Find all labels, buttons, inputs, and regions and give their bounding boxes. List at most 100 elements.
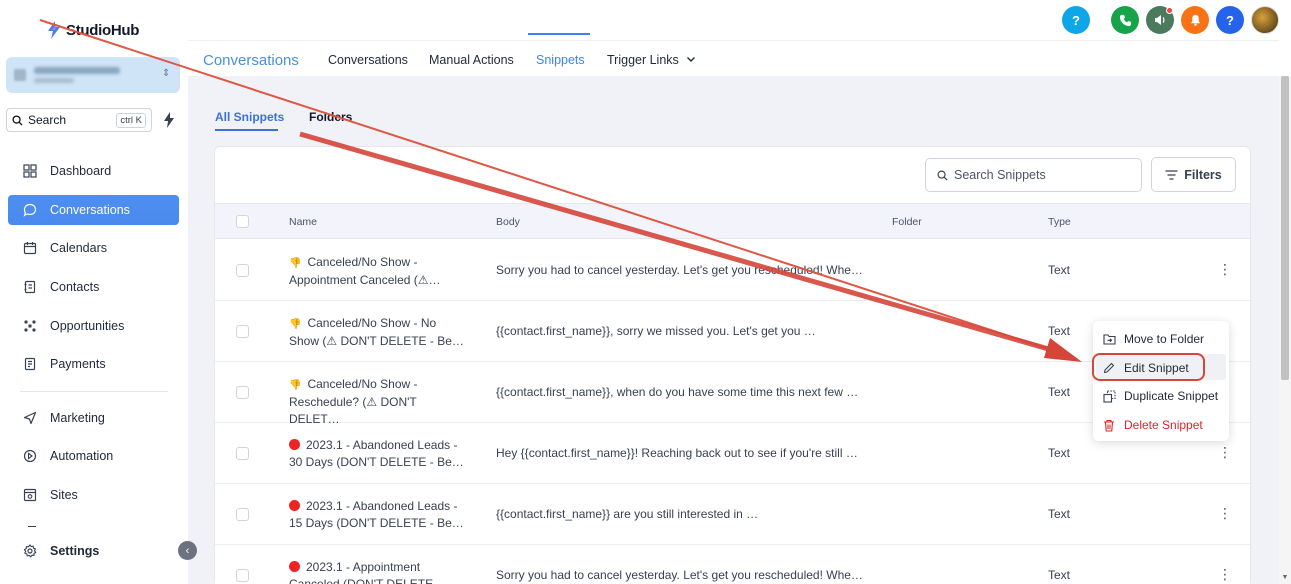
quick-actions-button[interactable] [158,108,180,132]
sidebar-search[interactable]: Search ctrl K [6,108,152,132]
tab-snippets[interactable]: Snippets [536,53,585,67]
column-header-folder[interactable]: Folder [892,216,922,228]
snippet-name: 2023.1 - Appointment Canceled (DON'T DEL… [289,560,441,584]
thumbs-down-icon: 👎 [289,319,302,330]
tab-trigger-links[interactable]: Trigger Links [607,53,696,67]
sidebar: StudioHub ⇕ Search ctrl K Dashboard Conv… [0,0,188,584]
snippet-body: Sorry you had to cancel yesterday. Let's… [496,263,863,277]
sub-navigation: Conversations Conversations Manual Actio… [188,40,1279,76]
sidebar-divider [20,391,168,392]
column-header-body[interactable]: Body [496,216,520,228]
sidebar-item-sites[interactable]: Sites [8,480,179,510]
snippet-type: Text [1048,385,1071,399]
calendar-icon [22,240,38,256]
sidebar-item-label: Opportunities [50,319,125,333]
menu-item-delete-snippet[interactable]: Delete Snippet [1102,418,1203,432]
row-menu-button[interactable]: ⋮ [1218,262,1232,276]
page-scrollbar[interactable]: ▼ [1279,76,1291,584]
phone-button[interactable] [1111,6,1139,34]
snippet-body: Sorry you had to cancel yesterday. Let's… [496,568,863,582]
announcements-button[interactable] [1146,6,1174,34]
account-info [34,67,120,83]
annotation-highlight-ring [1092,353,1205,381]
menu-item-move-to-folder[interactable]: Move to Folder [1102,332,1204,346]
sidebar-item-calendars[interactable]: Calendars [8,233,179,263]
sidebar-item-label: Settings [50,544,100,558]
tab-folders[interactable]: Folders [309,110,352,124]
sidebar-item-label: Contacts [50,280,100,294]
sidebar-item-settings[interactable]: Settings [8,536,179,566]
question-icon: ? [1072,12,1080,28]
menu-item-label: Move to Folder [1124,332,1205,346]
row-menu-button[interactable]: ⋮ [1218,506,1232,520]
sidebar-item-dashboard[interactable]: Dashboard [8,156,179,186]
table-row[interactable]: 2023.1 - Appointment Canceled (DON'T DEL… [215,545,1250,584]
menu-item-label: Duplicate Snippet [1124,389,1219,403]
snippet-name: 👎 Canceled/No Show - Reschedule? (⚠ DON'T… [289,377,418,426]
sites-icon [22,487,38,503]
scroll-down-arrow[interactable]: ▼ [1281,574,1289,582]
sidebar-item-opportunities[interactable]: Opportunities [8,311,179,341]
top-header: ? ? [188,0,1291,40]
search-snippets-placeholder: Search Snippets [954,168,1046,182]
table-row[interactable]: 2023.1 - Abandoned Leads - 15 Days (DON'… [215,484,1250,545]
snippet-name: 2023.1 - Abandoned Leads - 15 Days (DON'… [289,499,464,530]
notifications-button[interactable] [1181,6,1209,34]
receipt-icon [22,356,38,372]
tab-manual-actions[interactable]: Manual Actions [429,53,514,67]
tab-conversations[interactable]: Conversations [328,53,408,67]
tab-all-snippets[interactable]: All Snippets [215,110,284,124]
send-icon [22,410,38,426]
phone-icon [1119,14,1131,26]
brand-logo[interactable]: StudioHub [46,20,139,40]
folder-move-icon [1102,332,1116,346]
search-snippets-input[interactable]: Search Snippets [925,158,1142,192]
menu-item-duplicate-snippet[interactable]: Duplicate Snippet [1102,389,1218,403]
chevron-left-icon: ‹ [185,544,190,557]
row-checkbox[interactable] [236,325,249,338]
thumbs-down-icon: 👎 [289,258,302,269]
filters-label: Filters [1184,167,1222,182]
menu-item-label: Delete Snippet [1124,418,1203,432]
user-avatar[interactable] [1251,6,1279,34]
help-center-button[interactable]: ? [1216,6,1244,34]
red-circle-icon [289,439,300,450]
question-icon: ? [1226,12,1234,28]
trash-icon [1102,418,1116,432]
sidebar-divider [28,526,36,527]
thumbs-down-icon: 👎 [289,380,302,391]
row-menu-button[interactable]: ⋮ [1218,445,1232,459]
bolt-icon [164,112,174,128]
row-checkbox[interactable] [236,447,249,460]
collapse-sidebar-button[interactable]: ‹ [178,541,197,560]
sidebar-item-conversations[interactable]: Conversations [8,195,179,225]
sidebar-item-label: Conversations [50,203,130,217]
filters-button[interactable]: Filters [1151,157,1236,192]
row-checkbox[interactable] [236,386,249,399]
snippet-body: {{contact.first_name}} are you still int… [496,507,759,521]
select-all-checkbox[interactable] [236,215,249,228]
logo-icon [48,21,60,39]
sidebar-item-label: Dashboard [50,164,112,178]
row-menu-button[interactable]: ⋮ [1218,567,1232,581]
chat-bubble-icon [22,202,38,218]
opportunities-icon [22,318,38,334]
sidebar-item-contacts[interactable]: Contacts [8,272,179,302]
account-switcher[interactable]: ⇕ [6,57,180,93]
row-checkbox[interactable] [236,508,249,521]
row-checkbox[interactable] [236,569,249,582]
sidebar-item-payments[interactable]: Payments [8,349,179,379]
column-header-name[interactable]: Name [289,216,317,228]
row-checkbox[interactable] [236,264,249,277]
column-header-type[interactable]: Type [1048,216,1071,228]
help-button[interactable]: ? [1062,6,1090,34]
account-avatar [14,69,26,81]
automation-icon [22,448,38,464]
snippet-name: 2023.1 - Abandoned Leads - 30 Days (DON'… [289,438,464,469]
table-row[interactable]: 👎 Canceled/No Show - Appointment Canceled… [215,240,1250,301]
table-header: Name Body Folder Type [215,203,1250,239]
scrollbar-thumb[interactable] [1281,76,1289,380]
sidebar-item-marketing[interactable]: Marketing [8,403,179,433]
sidebar-item-automation[interactable]: Automation [8,441,179,471]
snippet-type: Text [1048,446,1071,460]
